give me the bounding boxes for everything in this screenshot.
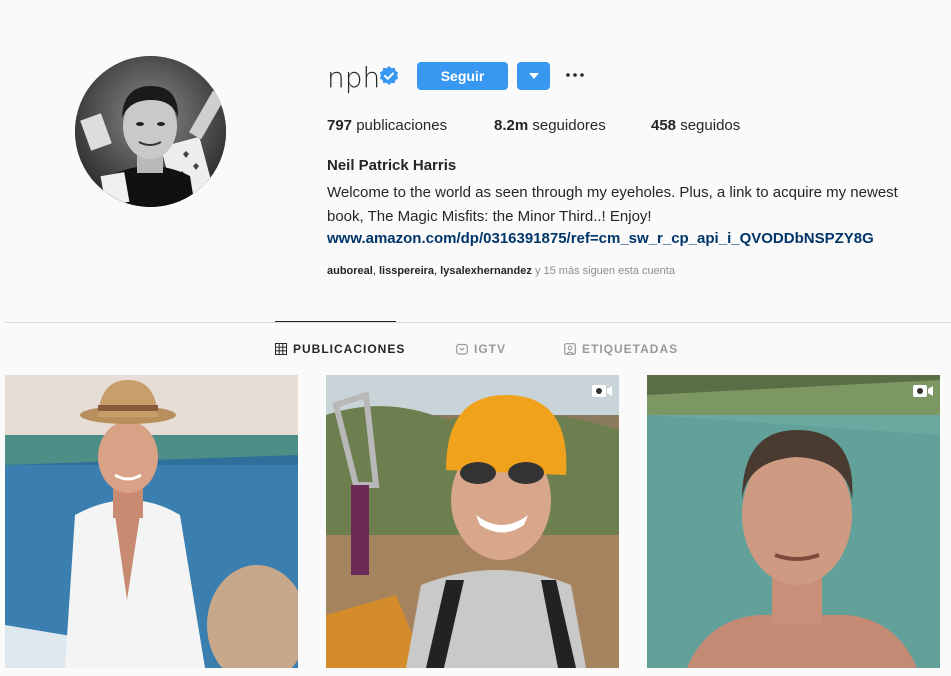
profile-bio: Welcome to the world as seen through my … [327,184,898,225]
followers-count: 8.2m [494,117,529,134]
followed-by-more: y 15 más siguen esta cuenta [534,265,675,277]
profile-avatar[interactable] [75,56,226,207]
avatar-image [75,56,226,207]
suggestions-dropdown-button[interactable] [517,62,550,90]
tagged-icon [564,343,576,355]
post-thumbnail[interactable] [5,375,298,668]
follow-button[interactable]: Seguir [417,62,508,90]
active-tab-indicator [275,321,396,322]
tab-publicaciones[interactable]: PUBLICACIONES [275,342,405,356]
post-thumbnail[interactable] [647,375,940,668]
tab-etiquetadas[interactable]: ETIQUETADAS [564,342,678,356]
post-thumbnail[interactable] [326,375,619,668]
triangle-down-icon [528,73,539,79]
video-indicator-icon [913,385,933,397]
posts-label: publicaciones [356,117,448,134]
more-options-button[interactable] [563,63,587,87]
followed-by-user: lisspereira [378,265,435,277]
tab-label: ETIQUETADAS [582,342,679,356]
video-indicator-icon [592,385,612,397]
tab-label: IGTV [474,342,507,356]
profile-username: nph [327,61,381,94]
profile-full-name: Neil Patrick Harris [327,157,457,174]
post-image [326,375,619,668]
stat-following[interactable]: 458 seguidos [651,117,740,134]
followed-by[interactable]: auboreal, lisspereira, lysalexhernandez … [327,265,675,277]
stat-followers[interactable]: 8.2m seguidores [494,117,606,134]
followed-by-user: lysalexhernandez [440,265,532,277]
tab-label: PUBLICACIONES [293,342,406,356]
tab-igtv[interactable]: IGTV [456,342,506,356]
igtv-icon [456,343,468,355]
tabs-divider [5,322,951,323]
posts-count: 797 [327,117,353,134]
post-image [5,375,298,668]
post-image [647,375,940,668]
profile-external-link[interactable]: www.amazon.com/dp/0316391875/ref=cm_sw_r… [327,229,874,249]
more-dots-icon [566,73,584,77]
following-count: 458 [651,117,677,134]
followers-label: seguidores [532,117,606,134]
stat-posts: 797 publicaciones [327,117,447,134]
verified-badge-icon [379,66,399,85]
grid-icon [275,343,287,355]
followed-by-user: auboreal [327,265,373,277]
following-label: seguidos [680,117,741,134]
